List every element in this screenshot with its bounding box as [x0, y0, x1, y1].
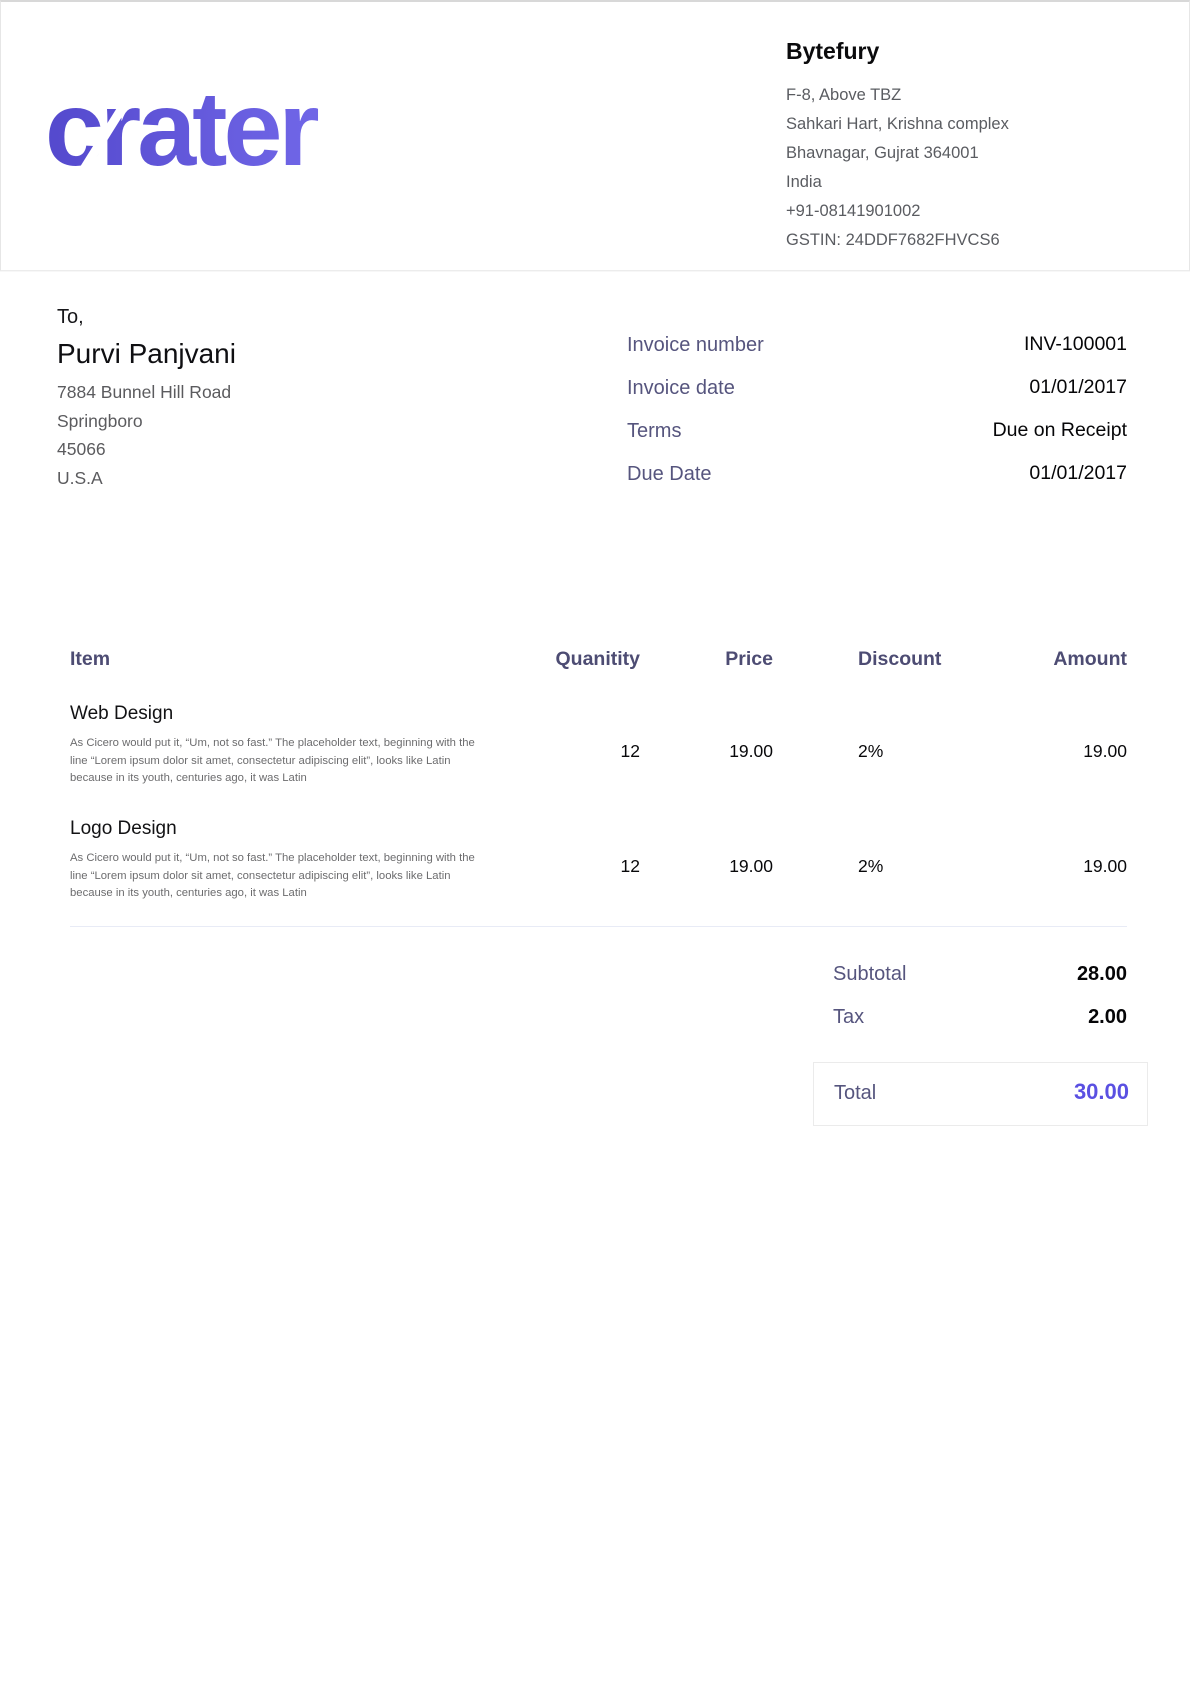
tax-row: Tax 2.00 [0, 1006, 1190, 1036]
total-label: Total [834, 1082, 876, 1105]
item-description: As Cicero would put it, “Um, not so fast… [70, 735, 488, 788]
customer-address-line: 45066 [57, 435, 477, 464]
column-header-discount: Discount [858, 648, 941, 671]
crater-logo-text: crater [45, 54, 515, 204]
terms-label: Terms [627, 420, 681, 443]
invoice-meta-block: Invoice number INV-100001 Invoice date 0… [627, 334, 1127, 506]
bill-to-label: To, [57, 306, 477, 329]
table-bottom-divider [70, 926, 1127, 927]
customer-name: Purvi Panjvani [57, 338, 477, 370]
item-price: 19.00 [729, 741, 773, 762]
table-row: Logo Design As Cicero would put it, “Um,… [0, 818, 1190, 928]
company-address-line: F-8, Above TBZ [786, 81, 1146, 110]
item-amount: 19.00 [1083, 856, 1127, 877]
due-date-label: Due Date [627, 463, 712, 486]
table-row: Web Design As Cicero would put it, “Um, … [0, 703, 1190, 813]
company-address-line: India [786, 168, 1146, 197]
subtotal-label: Subtotal [833, 963, 906, 986]
total-box: Total 30.00 [813, 1062, 1148, 1126]
tax-label: Tax [833, 1006, 864, 1029]
company-info-block: Bytefury F-8, Above TBZ Sahkari Hart, Kr… [786, 38, 1146, 255]
column-header-quantity: Quanitity [555, 648, 640, 671]
invoice-header: crater Bytefury F-8, Above TBZ Sahkari H… [0, 0, 1190, 271]
invoice-date-row: Invoice date 01/01/2017 [627, 377, 1127, 420]
total-value: 30.00 [1074, 1079, 1129, 1105]
due-date-value: 01/01/2017 [1029, 462, 1127, 485]
invoice-date-value: 01/01/2017 [1029, 376, 1127, 399]
item-name: Web Design [70, 703, 173, 725]
invoice-date-label: Invoice date [627, 377, 735, 400]
item-quantity: 12 [621, 856, 640, 877]
item-description: As Cicero would put it, “Um, not so fast… [70, 850, 488, 903]
crater-logo: crater [45, 54, 515, 214]
company-address-line: Sahkari Hart, Krishna complex [786, 110, 1146, 139]
column-header-amount: Amount [1053, 648, 1127, 671]
invoice-number-label: Invoice number [627, 334, 764, 357]
invoice-number-row: Invoice number INV-100001 [627, 334, 1127, 377]
item-name: Logo Design [70, 818, 177, 840]
items-table-header: Item Quanitity Price Discount Amount [0, 648, 1190, 678]
subtotal-value: 28.00 [1077, 963, 1127, 986]
item-quantity: 12 [621, 741, 640, 762]
column-header-item: Item [70, 648, 490, 671]
subtotal-row: Subtotal 28.00 [0, 963, 1190, 993]
tax-value: 2.00 [1088, 1006, 1127, 1029]
terms-value: Due on Receipt [993, 419, 1127, 442]
item-discount: 2% [858, 741, 883, 762]
terms-row: Terms Due on Receipt [627, 420, 1127, 463]
due-date-row: Due Date 01/01/2017 [627, 463, 1127, 506]
customer-address-line: U.S.A [57, 464, 477, 493]
invoice-page: crater Bytefury F-8, Above TBZ Sahkari H… [0, 0, 1190, 1684]
customer-address-line: 7884 Bunnel Hill Road [57, 378, 477, 407]
invoice-number-value: INV-100001 [1024, 333, 1127, 356]
company-name: Bytefury [786, 38, 1146, 65]
column-header-price: Price [725, 648, 773, 671]
item-amount: 19.00 [1083, 741, 1127, 762]
company-phone: +91-08141901002 [786, 197, 1146, 226]
bill-to-block: To, Purvi Panjvani 7884 Bunnel Hill Road… [57, 306, 477, 492]
customer-address-line: Springboro [57, 407, 477, 436]
item-discount: 2% [858, 856, 883, 877]
company-address-line: Bhavnagar, Gujrat 364001 [786, 139, 1146, 168]
item-price: 19.00 [729, 856, 773, 877]
company-gstin: GSTIN: 24DDF7682FHVCS6 [786, 226, 1146, 255]
